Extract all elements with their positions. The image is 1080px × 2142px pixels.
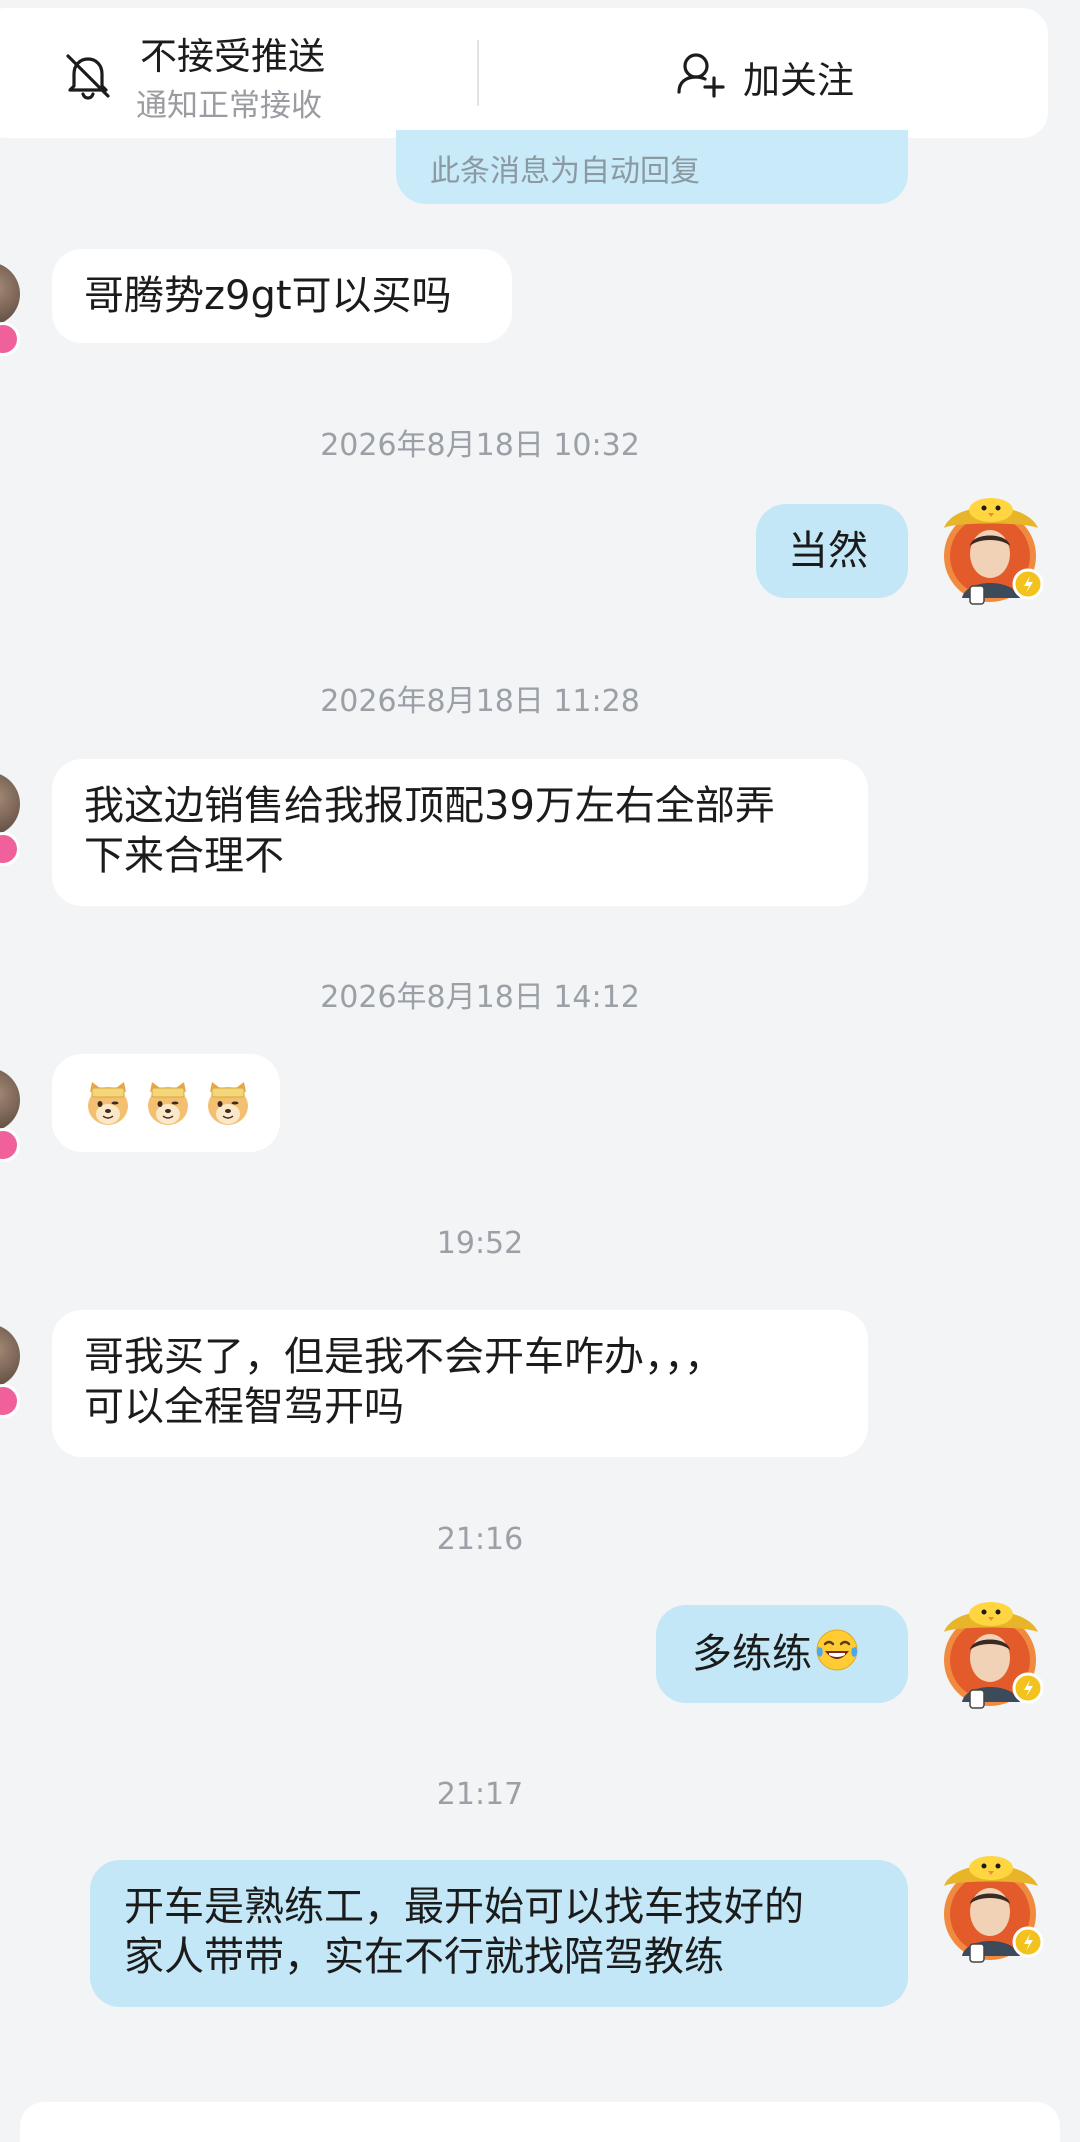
message-timestamp: 19:52	[436, 1226, 524, 1261]
my-avatar[interactable]	[936, 1852, 1050, 1970]
contact-badge-icon	[0, 322, 20, 356]
contact-badge-icon	[0, 1384, 20, 1418]
contact-avatar[interactable]	[0, 772, 20, 836]
add-follow-icon	[677, 53, 725, 98]
message-text-line: 可以全程智驾开吗	[84, 1384, 404, 1430]
duck-hat-avatar-icon	[944, 498, 1044, 605]
incoming-message[interactable]: 我这边销售给我报顶配39万左右全部弄 下来合理不	[52, 759, 868, 906]
message-timestamp: 2026年8月18日 11:28	[320, 684, 640, 719]
doge-emoji	[88, 1082, 128, 1125]
push-setting-subtitle: 通知正常接收	[136, 88, 322, 124]
follow-label[interactable]: 加关注	[743, 50, 854, 104]
duck-hat-avatar-icon	[944, 1856, 1044, 1963]
contact-badge-icon	[0, 1128, 20, 1162]
contact-badge-icon	[0, 832, 20, 866]
contact-avatar[interactable]	[0, 1068, 20, 1132]
emoji-row	[84, 1078, 252, 1128]
outgoing-message[interactable]: 多练练	[656, 1605, 908, 1703]
laugh-cry-emoji	[816, 1629, 858, 1671]
incoming-message[interactable]: 哥腾势z9gt可以买吗	[52, 249, 512, 343]
message-timestamp: 21:17	[436, 1777, 524, 1812]
bell-off-icon	[66, 54, 110, 100]
header-divider	[477, 40, 479, 106]
push-toggle[interactable]	[60, 48, 116, 104]
incoming-message[interactable]: 哥我买了，但是我不会开车咋办，，， 可以全程智驾开吗	[52, 1310, 868, 1457]
follow-button[interactable]	[674, 48, 726, 100]
message-text-line: 哥我买了，但是我不会开车咋办，，，	[84, 1334, 724, 1380]
incoming-message[interactable]	[52, 1054, 280, 1152]
message-text-line: 下来合理不	[84, 833, 284, 879]
auto-reply-bubble: 此条消息为自动回复	[396, 130, 908, 204]
message-text: 当然	[788, 528, 868, 574]
outgoing-message[interactable]: 当然	[756, 504, 908, 598]
message-timestamp: 2026年8月18日 10:32	[320, 428, 640, 463]
message-text-line: 家人带带，实在不行就找陪驾教练	[124, 1934, 724, 1980]
message-timestamp: 2026年8月18日 14:12	[320, 980, 640, 1015]
message-text-line: 我这边销售给我报顶配39万左右全部弄	[84, 783, 775, 829]
message-timestamp: 21:16	[436, 1522, 524, 1557]
my-avatar[interactable]	[936, 1598, 1050, 1716]
doge-emoji	[208, 1082, 248, 1125]
doge-emoji	[148, 1082, 188, 1125]
contact-avatar[interactable]	[0, 1324, 20, 1388]
auto-reply-text: 此条消息为自动回复	[430, 154, 700, 189]
message-text-line: 开车是熟练工，最开始可以找车技好的	[124, 1884, 804, 1930]
duck-hat-avatar-icon	[944, 1602, 1044, 1709]
input-bar-edge	[20, 2102, 1060, 2142]
outgoing-message[interactable]: 开车是熟练工，最开始可以找车技好的 家人带带，实在不行就找陪驾教练	[90, 1860, 908, 2007]
push-setting-title[interactable]: 不接受推送	[140, 26, 325, 80]
contact-avatar[interactable]	[0, 262, 20, 326]
my-avatar[interactable]	[936, 494, 1050, 612]
message-text: 哥腾势z9gt可以买吗	[84, 273, 452, 319]
message-text: 多练练	[692, 1631, 812, 1677]
